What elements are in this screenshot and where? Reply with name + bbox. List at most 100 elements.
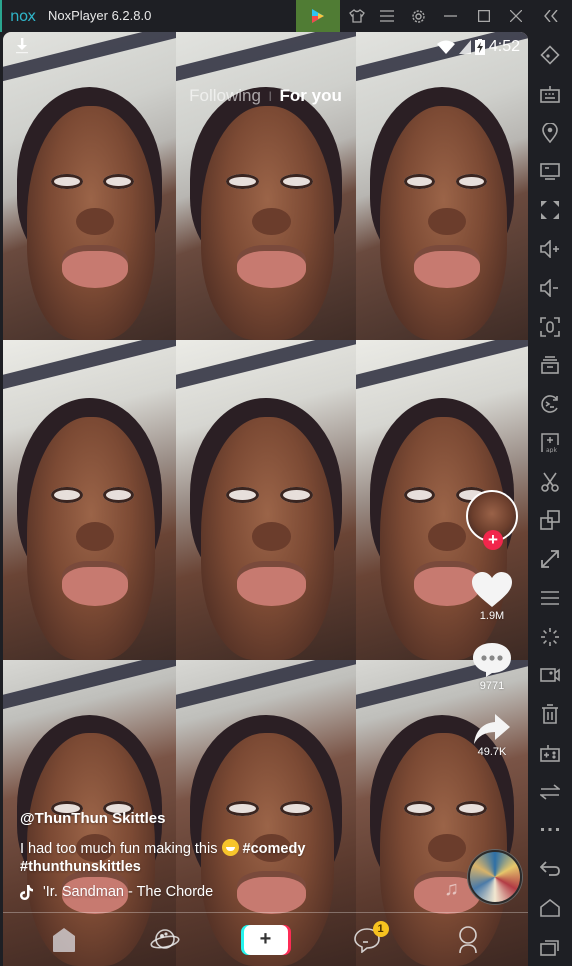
minimize-icon (444, 15, 457, 17)
volume-down-icon (540, 278, 558, 297)
create-button[interactable]: + (243, 924, 288, 955)
delete-button[interactable] (528, 695, 572, 734)
hashtag[interactable]: #comedy (243, 841, 306, 857)
heart-icon (472, 572, 512, 607)
multi-instance-button[interactable] (528, 346, 572, 385)
fullscreen-icon (541, 201, 559, 220)
play-store-icon (312, 9, 324, 23)
gamepad-icon (540, 744, 560, 762)
multi-window-button[interactable] (528, 501, 572, 540)
sound-info[interactable]: 'Ir. Sandman - The Chorde (20, 884, 460, 900)
share-icon (474, 714, 510, 744)
tab-following[interactable]: Following (189, 86, 261, 105)
loading-spinner-icon (541, 627, 559, 646)
close-button[interactable] (499, 0, 532, 32)
nav-inbox[interactable]: 1 (337, 918, 397, 962)
sync-button[interactable] (528, 772, 572, 811)
hamburger-icon (541, 591, 559, 605)
back-button[interactable] (528, 850, 572, 889)
sync-operations-icon (541, 395, 558, 413)
nav-create[interactable]: + (236, 918, 296, 962)
tab-separator: | (268, 91, 272, 102)
collapse-sidebar-button[interactable] (534, 0, 567, 32)
svg-text:apk: apk (546, 447, 557, 453)
description-text: I had too much fun making this (20, 841, 218, 857)
recent-apps-icon (540, 939, 559, 956)
action-column: + 1.9M 9771 49.7K (464, 490, 520, 758)
grinning-emoji-icon (221, 839, 239, 856)
like-count: 1.9M (479, 610, 505, 622)
maximize-icon (477, 10, 490, 22)
monitor-icon (540, 162, 560, 180)
follow-button[interactable]: + (483, 530, 503, 550)
more-button[interactable] (528, 811, 572, 850)
trash-icon (542, 704, 558, 724)
scissors-icon (541, 472, 559, 492)
minimize-button[interactable] (434, 0, 467, 32)
volume-up-button[interactable] (528, 230, 572, 269)
settings-button[interactable] (402, 0, 435, 32)
download-button[interactable] (15, 38, 29, 59)
loading-button[interactable] (528, 617, 572, 656)
bottom-navigation: + 1 (3, 912, 528, 966)
more-dots-icon (541, 828, 559, 832)
share-button[interactable]: 49.7K (473, 714, 511, 758)
video-record-button[interactable] (528, 656, 572, 695)
android-screen: 4:52 Following | For you + 1.9M 9771 49.7K… (3, 32, 528, 966)
video-frame (356, 32, 528, 340)
rotate-screen-button[interactable] (528, 36, 572, 75)
creator-username[interactable]: @ThunThun Skittles (20, 810, 460, 827)
hamburger-icon (379, 10, 394, 22)
maximize-button[interactable] (467, 0, 500, 32)
theme-button[interactable] (340, 0, 373, 32)
recent-apps-button[interactable] (528, 927, 572, 966)
video-frame (176, 340, 356, 660)
keyboard-icon (540, 86, 560, 103)
back-arrow-icon (540, 861, 560, 877)
nox-logo: nox (10, 7, 36, 25)
video-description: I had too much fun making this #comedy #… (20, 839, 460, 876)
window-titlebar: nox NoxPlayer 6.2.8.0 (0, 0, 572, 32)
resize-arrows-icon (541, 550, 559, 569)
comment-button[interactable]: 9771 (472, 642, 512, 692)
nav-discover[interactable] (135, 918, 195, 962)
sound-disc[interactable] (468, 850, 522, 904)
person-icon (458, 925, 477, 953)
clock: 4:52 (488, 38, 520, 55)
fullscreen-button[interactable] (528, 191, 572, 230)
resize-button[interactable] (528, 540, 572, 579)
nox-sidebar: apk (528, 32, 572, 966)
shirt-icon (348, 9, 365, 23)
sync-operations-button[interactable] (528, 385, 572, 424)
video-frame (3, 32, 176, 340)
location-pin-icon (542, 122, 558, 143)
location-button[interactable] (528, 114, 572, 153)
download-icon (16, 38, 28, 54)
gamepad-button[interactable] (528, 734, 572, 773)
window-title: NoxPlayer 6.2.8.0 (48, 8, 152, 23)
tab-for-you[interactable]: For you (280, 86, 342, 105)
swap-arrows-icon (540, 784, 560, 800)
nav-profile[interactable] (438, 918, 498, 962)
creator-avatar[interactable]: + (466, 490, 518, 550)
menu-button[interactable] (528, 579, 572, 618)
volume-down-button[interactable] (528, 269, 572, 308)
inbox-badge: 1 (372, 920, 389, 937)
screen-display-button[interactable] (528, 152, 572, 191)
scissors-button[interactable] (528, 462, 572, 501)
nav-home[interactable] (34, 918, 94, 962)
like-button[interactable]: 1.9M (472, 572, 512, 622)
menu-button[interactable] (370, 0, 403, 32)
multi-instance-icon (541, 356, 559, 375)
battery-charging-icon (474, 39, 485, 55)
home-button[interactable] (528, 889, 572, 928)
play-store-button[interactable] (296, 0, 340, 32)
install-apk-button[interactable]: apk (528, 424, 572, 463)
status-bar: 4:52 (436, 36, 520, 58)
tiktok-note-icon (20, 884, 33, 900)
hashtag[interactable]: #thunthunskittles (20, 859, 141, 875)
keyboard-control-button[interactable] (528, 75, 572, 114)
home-icon (52, 927, 75, 952)
volume-up-icon (540, 240, 559, 259)
screenshot-button[interactable] (528, 307, 572, 346)
